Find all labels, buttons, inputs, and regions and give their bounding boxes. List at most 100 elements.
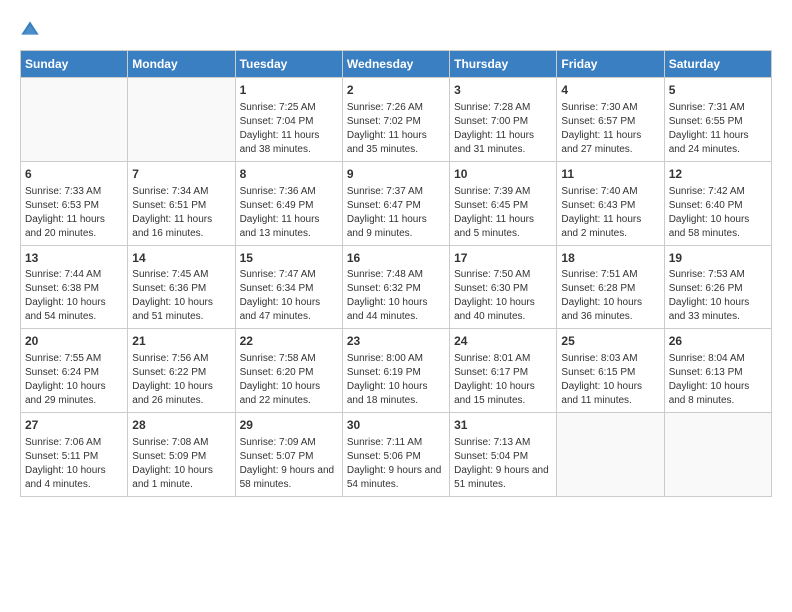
day-number: 8: [240, 166, 338, 183]
day-info-line: Daylight: 10 hours and 40 minutes.: [454, 296, 552, 324]
calendar-day-cell: 28 Sunrise: 7:08 AMSunset: 5:09 PMDayligh…: [128, 413, 235, 497]
day-info-line: Daylight: 11 hours and 20 minutes.: [25, 213, 123, 241]
day-info-line: Daylight: 10 hours and 44 minutes.: [347, 296, 445, 324]
calendar-day-cell: 19Sunrise: 7:53 AMSunset: 6:26 PMDayligh…: [664, 245, 771, 329]
calendar-day-cell: [21, 78, 128, 162]
day-info-line: Sunset: 6:20 PM: [240, 366, 338, 380]
day-info-line: Sunset: 5:06 PM: [347, 450, 445, 464]
day-number: 7: [132, 166, 230, 183]
day-number: 26: [669, 333, 767, 350]
day-number: 5: [669, 82, 767, 99]
day-info-line: Daylight: 9 hours and 51 minutes.: [454, 464, 552, 492]
calendar-week-row: 13Sunrise: 7:44 AMSunset: 6:38 PMDayligh…: [21, 245, 772, 329]
day-info-line: Sunrise: 7:34 AM: [132, 185, 230, 199]
day-info-line: Daylight: 10 hours and 36 minutes.: [561, 296, 659, 324]
day-info-line: Sunrise: 7:26 AM: [347, 101, 445, 115]
day-number: 15: [240, 250, 338, 267]
day-number: 28: [132, 417, 230, 434]
day-info-line: Sunset: 6:51 PM: [132, 199, 230, 213]
day-info-line: Sunset: 5:07 PM: [240, 450, 338, 464]
day-info-line: Daylight: 11 hours and 9 minutes.: [347, 213, 445, 241]
day-info-line: Sunrise: 7:44 AM: [25, 268, 123, 282]
day-info-line: Daylight: 11 hours and 5 minutes.: [454, 213, 552, 241]
calendar-day-cell: 4Sunrise: 7:30 AMSunset: 6:57 PMDaylight…: [557, 78, 664, 162]
day-info-line: Daylight: 11 hours and 27 minutes.: [561, 129, 659, 157]
day-number: 20: [25, 333, 123, 350]
calendar-day-cell: 25Sunrise: 8:03 AMSunset: 6:15 PMDayligh…: [557, 329, 664, 413]
day-info-line: Sunset: 5:09 PM: [132, 450, 230, 464]
calendar-week-row: 20Sunrise: 7:55 AMSunset: 6:24 PMDayligh…: [21, 329, 772, 413]
day-info-line: Sunset: 6:22 PM: [132, 366, 230, 380]
day-info-line: Sunrise: 7:37 AM: [347, 185, 445, 199]
day-info-line: Sunset: 7:02 PM: [347, 115, 445, 129]
day-info-line: Daylight: 10 hours and 4 minutes.: [25, 464, 123, 492]
calendar-day-cell: 24Sunrise: 8:01 AMSunset: 6:17 PMDayligh…: [450, 329, 557, 413]
calendar-day-cell: 2 Sunrise: 7:26 AMSunset: 7:02 PMDaylight…: [342, 78, 449, 162]
day-info-line: Sunrise: 8:01 AM: [454, 352, 552, 366]
calendar-week-row: 1Sunrise: 7:25 AMSunset: 7:04 PMDaylight…: [21, 78, 772, 162]
calendar-day-cell: [128, 78, 235, 162]
calendar-day-cell: 1Sunrise: 7:25 AMSunset: 7:04 PMDaylight…: [235, 78, 342, 162]
day-info-line: Sunset: 6:30 PM: [454, 282, 552, 296]
day-number: 30: [347, 417, 445, 434]
day-info-line: Daylight: 10 hours and 26 minutes.: [132, 380, 230, 408]
day-info-line: Daylight: 10 hours and 47 minutes.: [240, 296, 338, 324]
day-info-line: Sunrise: 7:31 AM: [669, 101, 767, 115]
calendar-day-cell: 10Sunrise: 7:39 AMSunset: 6:45 PMDayligh…: [450, 161, 557, 245]
calendar-weekday-header: Tuesday: [235, 51, 342, 78]
day-info-line: Sunset: 6:47 PM: [347, 199, 445, 213]
day-number: 9: [347, 166, 445, 183]
calendar-day-cell: [664, 413, 771, 497]
day-info-line: Sunrise: 7:53 AM: [669, 268, 767, 282]
day-info-line: Sunset: 7:00 PM: [454, 115, 552, 129]
day-info-line: Daylight: 10 hours and 1 minute.: [132, 464, 230, 492]
day-number: 22: [240, 333, 338, 350]
day-info-line: Daylight: 11 hours and 35 minutes.: [347, 129, 445, 157]
day-info-line: Sunrise: 8:00 AM: [347, 352, 445, 366]
day-info-line: Sunrise: 8:04 AM: [669, 352, 767, 366]
calendar-body: 1Sunrise: 7:25 AMSunset: 7:04 PMDaylight…: [21, 78, 772, 497]
day-info-line: Sunset: 6:45 PM: [454, 199, 552, 213]
day-info-line: Daylight: 11 hours and 2 minutes.: [561, 213, 659, 241]
calendar-day-cell: 7Sunrise: 7:34 AMSunset: 6:51 PMDaylight…: [128, 161, 235, 245]
day-info-line: Sunrise: 7:13 AM: [454, 436, 552, 450]
day-number: 1: [240, 82, 338, 99]
day-info-line: Sunset: 6:57 PM: [561, 115, 659, 129]
calendar-day-cell: 16Sunrise: 7:48 AMSunset: 6:32 PMDayligh…: [342, 245, 449, 329]
day-number: 17: [454, 250, 552, 267]
logo-icon: [20, 20, 40, 40]
calendar-week-row: 6Sunrise: 7:33 AMSunset: 6:53 PMDaylight…: [21, 161, 772, 245]
day-info-line: Daylight: 10 hours and 22 minutes.: [240, 380, 338, 408]
day-number: 2: [347, 82, 445, 99]
day-info-line: Daylight: 10 hours and 29 minutes.: [25, 380, 123, 408]
day-info-line: Sunrise: 7:36 AM: [240, 185, 338, 199]
day-info-line: Sunset: 6:49 PM: [240, 199, 338, 213]
day-info-line: Sunset: 6:38 PM: [25, 282, 123, 296]
calendar-day-cell: 6Sunrise: 7:33 AMSunset: 6:53 PMDaylight…: [21, 161, 128, 245]
day-info-line: Sunrise: 7:40 AM: [561, 185, 659, 199]
day-info-line: Sunset: 6:43 PM: [561, 199, 659, 213]
day-info-line: Sunrise: 7:06 AM: [25, 436, 123, 450]
day-number: 16: [347, 250, 445, 267]
calendar-weekday-header: Thursday: [450, 51, 557, 78]
day-info-line: Daylight: 9 hours and 54 minutes.: [347, 464, 445, 492]
day-number: 6: [25, 166, 123, 183]
day-info-line: Sunrise: 7:30 AM: [561, 101, 659, 115]
day-info-line: Sunrise: 7:11 AM: [347, 436, 445, 450]
day-info-line: Daylight: 9 hours and 58 minutes.: [240, 464, 338, 492]
day-info-line: Sunset: 6:55 PM: [669, 115, 767, 129]
calendar-day-cell: [557, 413, 664, 497]
calendar-day-cell: 31Sunrise: 7:13 AMSunset: 5:04 PMDayligh…: [450, 413, 557, 497]
day-info-line: Sunrise: 7:25 AM: [240, 101, 338, 115]
day-number: 29: [240, 417, 338, 434]
day-info-line: Daylight: 11 hours and 13 minutes.: [240, 213, 338, 241]
calendar-day-cell: 22Sunrise: 7:58 AMSunset: 6:20 PMDayligh…: [235, 329, 342, 413]
calendar-day-cell: 9 Sunrise: 7:37 AMSunset: 6:47 PMDaylight…: [342, 161, 449, 245]
calendar-day-cell: 14Sunrise: 7:45 AMSunset: 6:36 PMDayligh…: [128, 245, 235, 329]
day-info-line: Sunrise: 7:47 AM: [240, 268, 338, 282]
day-info-line: Daylight: 10 hours and 58 minutes.: [669, 213, 767, 241]
day-info-line: Sunset: 6:17 PM: [454, 366, 552, 380]
day-info-line: Sunrise: 7:28 AM: [454, 101, 552, 115]
day-info-line: Sunrise: 7:08 AM: [132, 436, 230, 450]
day-info-line: Sunset: 6:36 PM: [132, 282, 230, 296]
